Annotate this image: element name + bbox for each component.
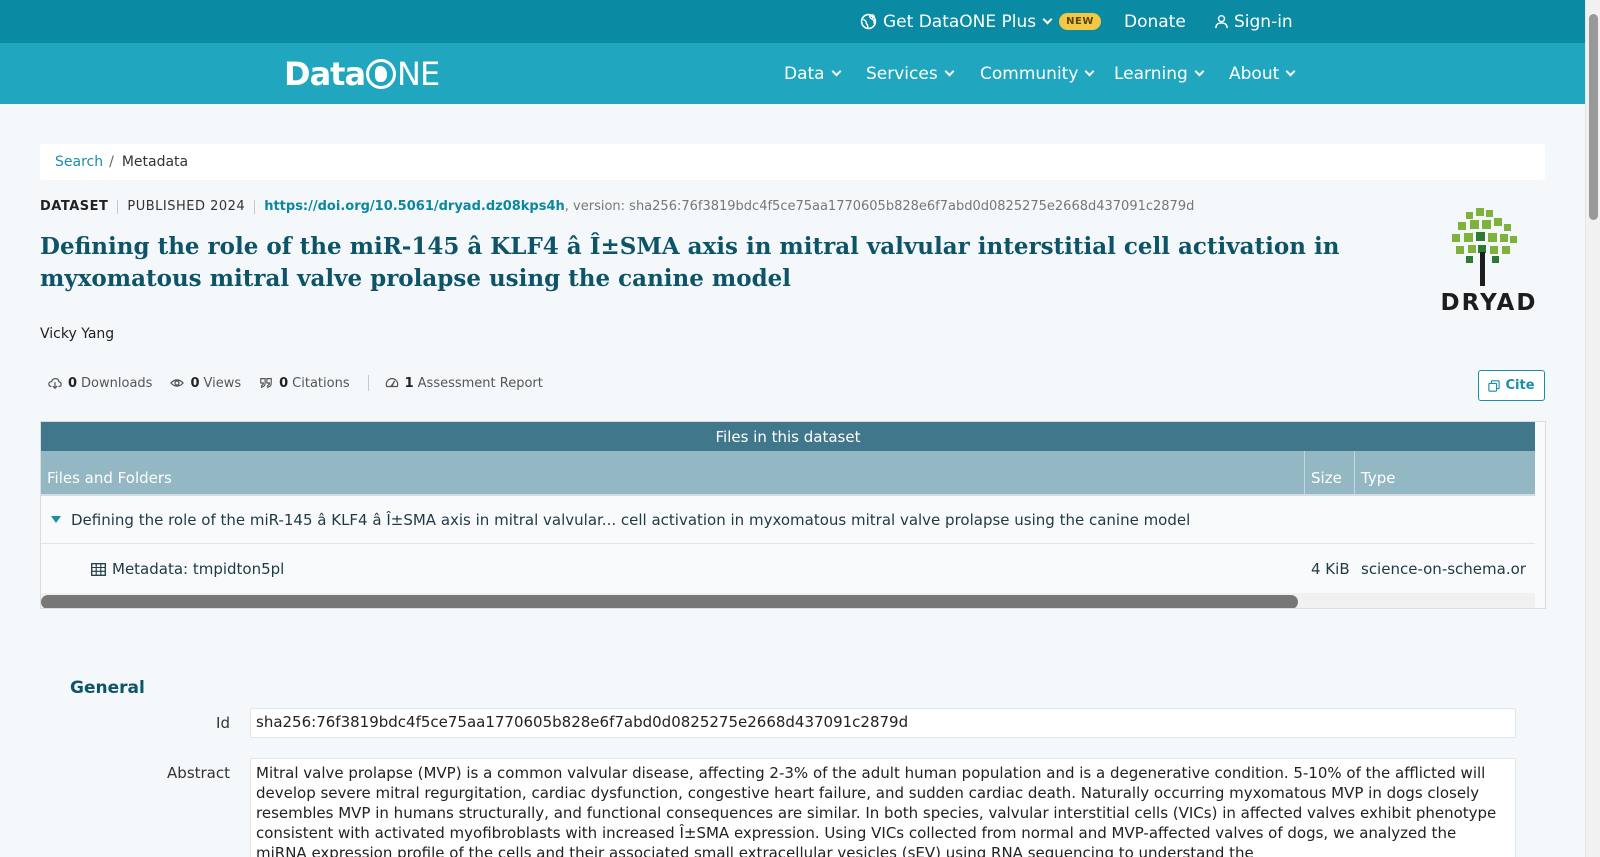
files-table-scrollbar-thumb[interactable] <box>41 595 1298 608</box>
breadcrumb-separator: / <box>109 154 114 170</box>
chevron-down-icon <box>1194 66 1205 76</box>
chevron-down-icon <box>1285 66 1296 76</box>
sign-in-link[interactable]: Sign-in <box>1214 0 1293 43</box>
dataset-metrics: 0 Downloads 0 Views 0 Citations 1 Assess… <box>48 375 561 391</box>
dataset-meta-line: DATASET PUBLISHED 2024 https://doi.org/1… <box>40 199 1194 214</box>
downloads-metric: 0 Downloads <box>48 376 152 391</box>
files-table-scrollbar[interactable] <box>41 593 1535 608</box>
nav-community-label: Community <box>980 63 1079 84</box>
breadcrumb-current: Metadata <box>121 154 189 170</box>
nav-community[interactable]: Community <box>980 43 1095 104</box>
version-text: , version: sha256:76f3819bdc4f5ce75aa177… <box>564 199 1195 214</box>
table-row[interactable]: Metadata: tmpidton5pl 4 KiB science-on-s… <box>41 544 1535 594</box>
cite-button[interactable]: Cite <box>1478 370 1545 401</box>
top-utility-bar: Get DataONE Plus NEW Donate Sign-in <box>0 0 1585 43</box>
dataone-logo[interactable]: Data NE <box>284 54 440 94</box>
chevron-down-icon <box>1042 14 1053 24</box>
citations-metric: 0 Citations <box>259 375 350 391</box>
downloads-label: Downloads <box>81 375 153 391</box>
chevron-down-icon <box>831 66 842 76</box>
chevron-down-icon <box>944 66 955 76</box>
table-icon <box>91 562 106 576</box>
nav-data-label: Data <box>784 63 825 84</box>
chevron-down-icon <box>1084 66 1095 76</box>
files-table-caption: Files in this dataset <box>41 422 1535 451</box>
cloud-download-icon <box>48 378 62 390</box>
divider <box>117 199 119 214</box>
dataset-title: Defining the role of the miR-145 â KLF4 … <box>40 233 1340 292</box>
repository-logo: DRYAD <box>1428 208 1550 320</box>
copy-icon <box>1488 379 1501 392</box>
doi-link[interactable]: https://doi.org/10.5061/dryad.dz08kps4h <box>264 199 565 214</box>
dataset-author[interactable]: Vicky Yang <box>40 326 114 342</box>
divider <box>254 199 256 214</box>
id-value: sha256:76f3819bdc4f5ce75aa1770605b828e6f… <box>250 708 1516 738</box>
page-scrollbar[interactable] <box>1585 0 1600 857</box>
dryad-tree-icon <box>1452 208 1517 286</box>
nav-services-label: Services <box>866 63 938 84</box>
sign-in-label: Sign-in <box>1234 11 1293 32</box>
file-name-cell[interactable]: Metadata: tmpidton5pl <box>91 544 284 594</box>
page-scrollbar-thumb[interactable] <box>1589 14 1598 220</box>
new-badge: NEW <box>1059 13 1101 30</box>
file-type: science-on-schema.or <box>1361 560 1526 578</box>
quote-icon <box>260 378 272 389</box>
downloads-count: 0 <box>68 375 78 391</box>
assessment-label: Assessment Report <box>417 375 543 391</box>
breadcrumb-search-link[interactable]: Search <box>55 154 103 170</box>
file-size: 4 KiB <box>1311 560 1350 578</box>
abstract-value: Mitral valve prolapse (MVP) is a common … <box>250 758 1516 857</box>
get-dataone-plus-menu[interactable]: Get DataONE Plus NEW <box>860 0 1101 43</box>
nav-learning-label: Learning <box>1114 63 1188 84</box>
nav-about[interactable]: About <box>1229 43 1296 104</box>
divider <box>367 375 369 391</box>
gauge-icon <box>385 378 398 388</box>
donate-link[interactable]: Donate <box>1124 0 1186 43</box>
folder-name: Defining the role of the miR-145 â KLF4 … <box>71 510 1191 529</box>
assessment-count: 1 <box>404 375 414 391</box>
logo-text-ne: NE <box>397 55 440 93</box>
cite-label: Cite <box>1505 378 1535 393</box>
views-metric: 0 Views <box>170 376 241 391</box>
breadcrumb: Search / Metadata <box>40 144 1545 180</box>
file-name: Metadata: tmpidton5pl <box>112 560 285 578</box>
published-year: PUBLISHED 2024 <box>127 199 246 214</box>
nav-learning[interactable]: Learning <box>1114 43 1205 104</box>
globe-icon <box>366 59 397 89</box>
id-label: Id <box>216 714 230 732</box>
eye-icon <box>170 379 185 387</box>
donate-label: Donate <box>1124 11 1186 32</box>
column-size[interactable]: Size <box>1305 451 1355 494</box>
get-dataone-plus-label: Get DataONE Plus <box>883 11 1037 32</box>
views-count: 0 <box>190 375 200 391</box>
caret-down-icon[interactable] <box>51 516 61 523</box>
main-navbar: Data NE Data Services Community Learning … <box>0 43 1585 104</box>
column-type[interactable]: Type <box>1355 451 1535 494</box>
user-icon <box>1215 14 1228 29</box>
globe-plus-icon <box>860 13 877 30</box>
citations-label: Citations <box>292 375 350 391</box>
dryad-wordmark: DRYAD <box>1440 290 1538 316</box>
general-section-title: General <box>70 678 145 698</box>
nav-about-label: About <box>1229 63 1280 84</box>
nav-data[interactable]: Data <box>784 43 842 104</box>
citations-count: 0 <box>279 375 289 391</box>
folder-row[interactable]: Defining the role of the miR-145 â KLF4 … <box>41 494 1535 544</box>
assessment-metric[interactable]: 1 Assessment Report <box>385 376 543 391</box>
files-table-header: Files and Folders Size Type <box>41 451 1535 494</box>
logo-text-data: Data <box>284 55 366 93</box>
dataset-type-label: DATASET <box>40 199 109 214</box>
abstract-label: Abstract <box>167 764 230 782</box>
files-table: Files in this dataset Files and Folders … <box>40 421 1546 609</box>
nav-services[interactable]: Services <box>866 43 955 104</box>
column-files-and-folders[interactable]: Files and Folders <box>41 451 1305 494</box>
views-label: Views <box>203 375 242 391</box>
